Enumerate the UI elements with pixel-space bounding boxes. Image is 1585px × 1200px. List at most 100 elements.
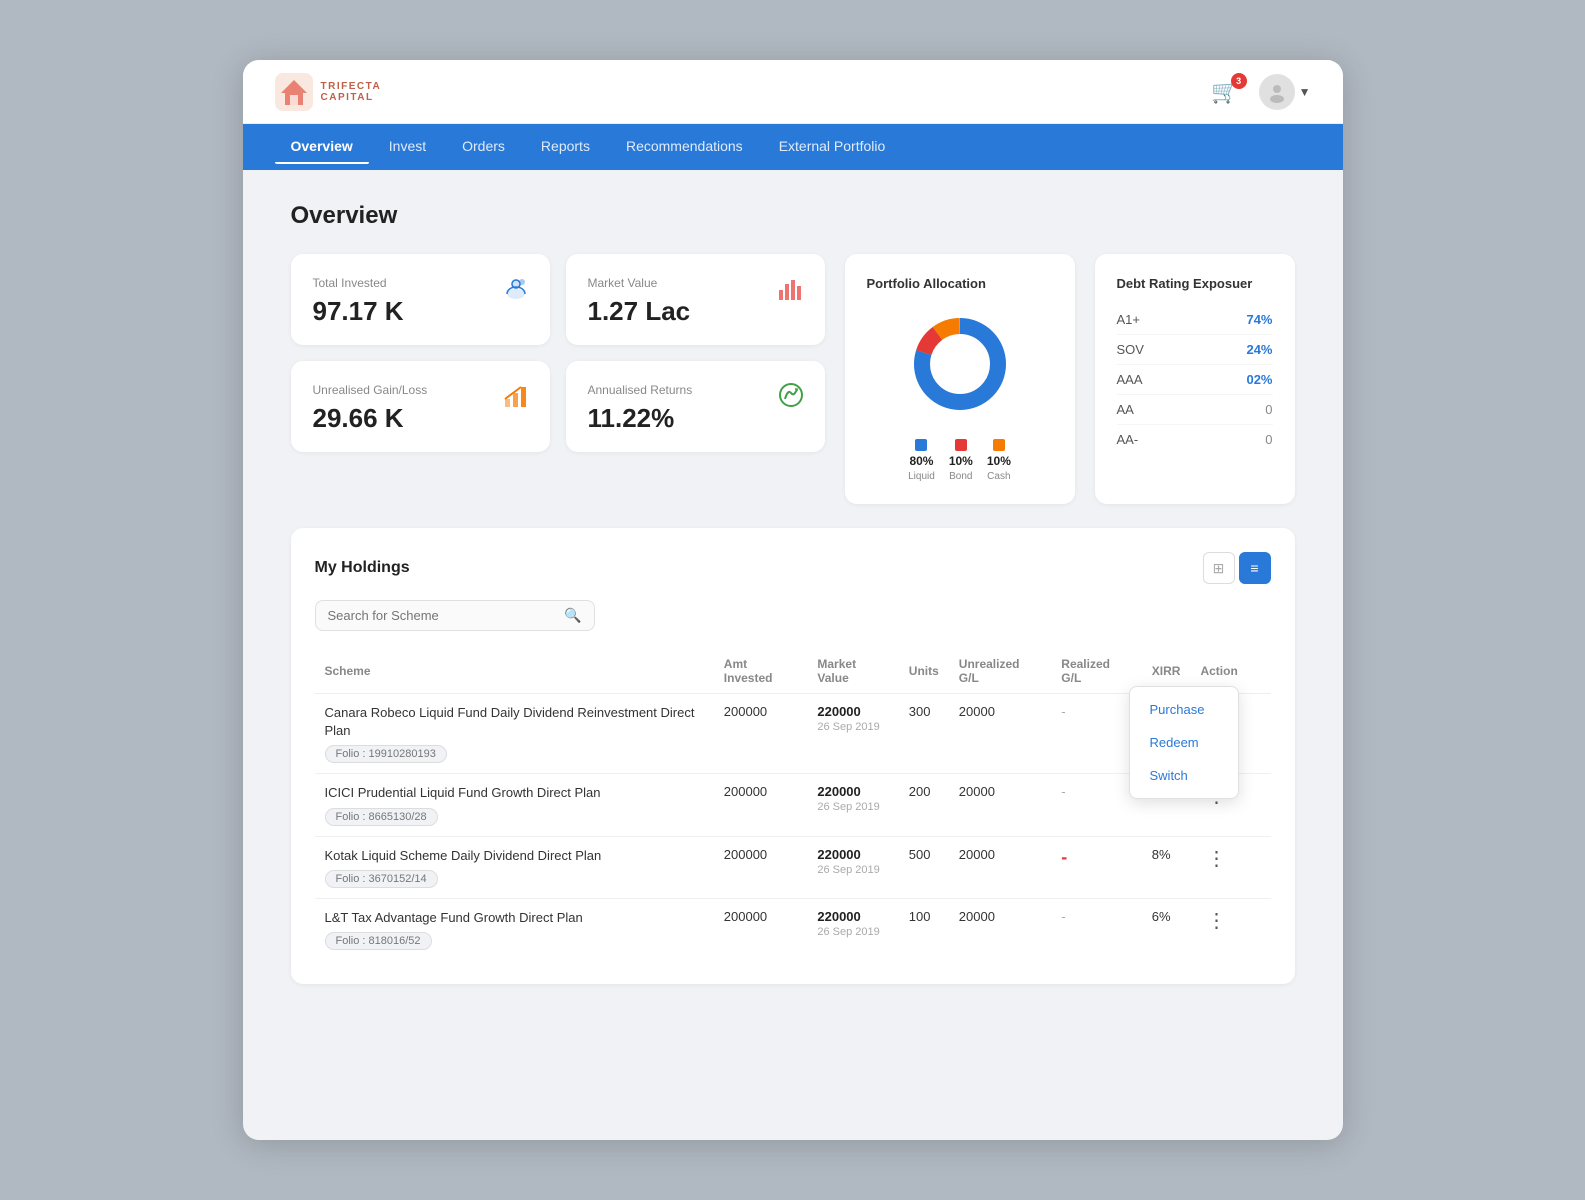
stat-icon-annualised-returns [775, 379, 807, 418]
mv-main-0: 220000 [817, 704, 888, 719]
debt-val-sov: 24% [1246, 342, 1272, 357]
cell-scheme-2: Kotak Liquid Scheme Daily Dividend Direc… [315, 836, 714, 898]
avatar-button[interactable]: ▼ [1259, 74, 1311, 110]
search-box: 🔍 [315, 600, 595, 631]
debt-val-aaminus: 0 [1265, 432, 1272, 447]
debt-row-aaa: AAA 02% [1117, 365, 1273, 395]
scheme-name-1: ICICI Prudential Liquid Fund Growth Dire… [325, 784, 704, 802]
cell-mv-0: 220000 26 Sep 2019 [807, 694, 898, 774]
stat-card-annualised-returns: Annualised Returns 11.22% [566, 361, 825, 452]
legend-dot-cash [993, 439, 1005, 451]
table-header-row: Scheme Amt Invested Market Value Units U… [315, 649, 1271, 694]
legend-lbl-cash: Cash [987, 471, 1010, 482]
search-input[interactable] [328, 608, 557, 623]
col-amt-invested: Amt Invested [714, 649, 808, 694]
cell-action-0: Purchase Redeem Switch ⋮ [1190, 694, 1270, 774]
legend-cash: 10% Cash [987, 439, 1011, 482]
cell-amt-0: 200000 [714, 694, 808, 774]
debt-key-sov: SOV [1117, 342, 1144, 357]
legend-dot-bond [955, 439, 967, 451]
legend-bond: 10% Bond [949, 439, 973, 482]
debt-val-a1plus: 74% [1246, 312, 1272, 327]
stat-icon-market-value [775, 272, 807, 311]
folio-badge-1: Folio : 8665130/28 [325, 808, 438, 826]
stat-value-unrealised-gl: 29.66 K [313, 403, 528, 434]
stat-cards-bottom-row: Unrealised Gain/Loss 29.66 K Annualised … [291, 361, 825, 452]
popup-redeem[interactable]: Redeem [1130, 726, 1238, 759]
debt-key-a1plus: A1+ [1117, 312, 1141, 327]
stat-label-market-value: Market Value [588, 276, 803, 290]
logo-area: TRIFECTA CAPITAL [275, 73, 382, 111]
mv-date-3: 26 Sep 2019 [817, 926, 888, 938]
debt-rating-card: Debt Rating Exposuer A1+ 74% SOV 24% AAA… [1095, 254, 1295, 504]
scheme-name-3: L&T Tax Advantage Fund Growth Direct Pla… [325, 909, 704, 927]
header: TRIFECTA CAPITAL 🛒 3 ▼ [243, 60, 1343, 124]
cell-mv-1: 220000 26 Sep 2019 [807, 774, 898, 836]
cell-xirr-2: 8% [1142, 836, 1191, 898]
nav-item-external-portfolio[interactable]: External Portfolio [763, 130, 902, 164]
legend-lbl-liquid: Liquid [908, 471, 935, 482]
popup-switch[interactable]: Switch [1130, 759, 1238, 792]
mv-date-0: 26 Sep 2019 [817, 721, 888, 733]
col-market-value: Market Value [807, 649, 898, 694]
table-row: Canara Robeco Liquid Fund Daily Dividend… [315, 694, 1271, 774]
nav-item-reports[interactable]: Reports [525, 130, 606, 164]
stat-value-annualised-returns: 11.22% [588, 403, 803, 434]
cell-ugl-0: 20000 [949, 694, 1052, 774]
holdings-title: My Holdings [315, 559, 410, 577]
legend-pct-liquid: 80% [909, 454, 933, 468]
view-toggle: ⊞ ≡ [1203, 552, 1271, 584]
cell-scheme-0: Canara Robeco Liquid Fund Daily Dividend… [315, 694, 714, 774]
donut-legend: 80% Liquid 10% Bond 10% Cash [908, 439, 1011, 482]
mv-date-1: 26 Sep 2019 [817, 801, 888, 813]
cell-units-1: 200 [899, 774, 949, 836]
mv-date-2: 26 Sep 2019 [817, 864, 888, 876]
holdings-header: My Holdings ⊞ ≡ [315, 552, 1271, 584]
nav-item-invest[interactable]: Invest [373, 130, 442, 164]
scheme-name-2: Kotak Liquid Scheme Daily Dividend Direc… [325, 847, 704, 865]
cell-units-2: 500 [899, 836, 949, 898]
table-row: ICICI Prudential Liquid Fund Growth Dire… [315, 774, 1271, 836]
cell-amt-2: 200000 [714, 836, 808, 898]
debt-row-aaminus: AA- 0 [1117, 425, 1273, 454]
nav-item-orders[interactable]: Orders [446, 130, 521, 164]
cell-amt-3: 200000 [714, 898, 808, 960]
stat-icon-total-invested [500, 272, 532, 311]
debt-rating-title: Debt Rating Exposuer [1117, 276, 1273, 291]
cell-units-3: 100 [899, 898, 949, 960]
legend-pct-bond: 10% [949, 454, 973, 468]
mv-main-1: 220000 [817, 784, 888, 799]
stat-cards-top-row: Total Invested 97.17 K Market Value 1.27… [291, 254, 825, 345]
folio-badge-3: Folio : 818016/52 [325, 932, 432, 950]
popup-purchase[interactable]: Purchase [1130, 693, 1238, 726]
cell-ugl-2: 20000 [949, 836, 1052, 898]
cell-ugl-1: 20000 [949, 774, 1052, 836]
debt-key-aaminus: AA- [1117, 432, 1139, 447]
cell-mv-2: 220000 26 Sep 2019 [807, 836, 898, 898]
list-view-button[interactable]: ≡ [1239, 552, 1271, 584]
overview-row: Total Invested 97.17 K Market Value 1.27… [291, 254, 1295, 504]
grid-view-button[interactable]: ⊞ [1203, 552, 1235, 584]
cell-mv-3: 220000 26 Sep 2019 [807, 898, 898, 960]
stat-label-total-invested: Total Invested [313, 276, 528, 290]
search-icon: 🔍 [564, 607, 581, 624]
cell-action-2: ⋮ [1190, 836, 1270, 898]
action-menu-button-2[interactable]: ⋮ [1200, 847, 1232, 871]
page-title: Overview [291, 202, 1295, 230]
nav-item-recommendations[interactable]: Recommendations [610, 130, 759, 164]
holdings-card: My Holdings ⊞ ≡ 🔍 Scheme Amt Invested [291, 528, 1295, 984]
cart-button[interactable]: 🛒 3 [1211, 79, 1238, 105]
action-popup-menu: Purchase Redeem Switch [1129, 686, 1239, 799]
stat-label-unrealised-gl: Unrealised Gain/Loss [313, 383, 528, 397]
cell-scheme-1: ICICI Prudential Liquid Fund Growth Dire… [315, 774, 714, 836]
app-container: TRIFECTA CAPITAL 🛒 3 ▼ Overview Invest O… [243, 60, 1343, 1140]
nav-item-overview[interactable]: Overview [275, 130, 369, 164]
cell-ugl-3: 20000 [949, 898, 1052, 960]
cell-action-3: ⋮ [1190, 898, 1270, 960]
nav-bar: Overview Invest Orders Reports Recommend… [243, 124, 1343, 170]
stat-label-annualised-returns: Annualised Returns [588, 383, 803, 397]
mv-main-2: 220000 [817, 847, 888, 862]
action-menu-button-3[interactable]: ⋮ [1200, 909, 1232, 933]
debt-row-sov: SOV 24% [1117, 335, 1273, 365]
search-row: 🔍 [315, 600, 1271, 631]
